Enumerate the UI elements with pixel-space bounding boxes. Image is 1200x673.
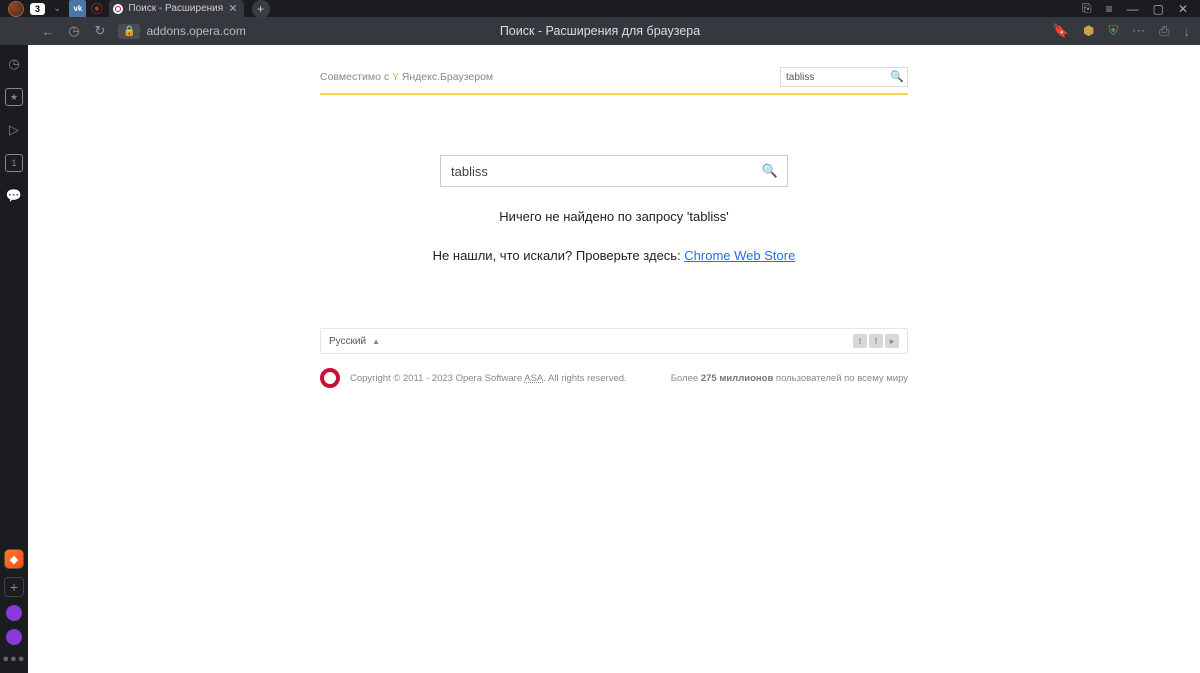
tab-bar: 3 ⌄ vk ⦿ Поиск - Расширения д ✕ + ⎘ ≡ — … [0, 0, 1200, 17]
adblock-icon[interactable]: ⛨ [1108, 23, 1118, 39]
language-label: Русский [329, 336, 366, 347]
search-icon[interactable]: 🔍 [890, 70, 904, 83]
facebook-icon[interactable]: f [869, 334, 883, 348]
tab-count[interactable]: 3 [30, 3, 45, 15]
left-sidebar: ◷ ★ ▷ 1 💬 ◆ + ●●● [0, 45, 28, 673]
pinned-tab-opera[interactable]: ⦿ [88, 0, 105, 17]
chrome-web-store-link[interactable]: Chrome Web Store [684, 248, 795, 263]
language-selector[interactable]: Русский ▲ [329, 336, 380, 347]
pinned-tab-vk[interactable]: vk [69, 0, 86, 17]
maximize-icon[interactable]: ▢ [1153, 2, 1164, 16]
downloads-icon[interactable]: ↓ [1184, 24, 1191, 39]
favicon-yandex-icon [113, 4, 123, 14]
sidebar-more-icon[interactable]: ●●● [3, 653, 26, 665]
sidebar-news-icon[interactable]: ▷ [5, 121, 23, 139]
sidebar-tabs-icon[interactable]: 1 [5, 154, 23, 172]
search-icon[interactable]: 🔍 [762, 163, 778, 179]
window-controls: ⎘ ≡ — ▢ ✕ [1082, 1, 1196, 16]
top-search-wrap: 🔍 [780, 67, 908, 88]
page-wrap: Совместимо с Y Яндекс.Браузером 🔍 🔍 Ниче… [320, 45, 908, 388]
sidebar-app-wallet[interactable]: ◆ [4, 549, 24, 569]
tab-dropdown-icon[interactable]: ⌄ [53, 3, 61, 14]
close-tab-icon[interactable]: ✕ [228, 2, 237, 15]
suggest-message: Не нашли, что искали? Проверьте здесь: C… [320, 248, 908, 263]
bookmark-icon[interactable]: 🔖 [1053, 23, 1069, 39]
copyright-text: Copyright © 2011 - 2023 Opera Software A… [350, 373, 627, 384]
menu-icon[interactable]: ≡ [1106, 2, 1113, 16]
sidebar-bottom: ◆ + ●●● [3, 549, 26, 673]
sidebar-messenger-icon[interactable]: 💬 [5, 187, 23, 205]
close-window-icon[interactable]: ✕ [1178, 2, 1188, 16]
new-tab-button[interactable]: + [252, 0, 270, 18]
footer-bar: Русский ▲ t f ▸ [320, 328, 908, 354]
copyright-row: Copyright © 2011 - 2023 Opera Software A… [320, 368, 908, 388]
minimize-icon[interactable]: — [1127, 2, 1139, 16]
social-icons: t f ▸ [853, 334, 899, 348]
compat-brand: Яндекс.Браузером [402, 71, 493, 83]
sidebar-app-2[interactable] [6, 629, 22, 645]
sidebar-add-button[interactable]: + [4, 577, 24, 597]
workspaces-icon[interactable]: ⎘ [1082, 1, 1092, 16]
suggest-prefix: Не нашли, что искали? Проверьте здесь: [433, 248, 685, 263]
active-tab-title: Поиск - Расширения д [128, 3, 223, 14]
address-bar: ← ◷ ↻ 🔒 addons.opera.com Поиск - Расшире… [0, 17, 1200, 45]
history-icon[interactable]: ◷ [66, 23, 82, 39]
users-text: Более 275 миллионов пользователей по все… [671, 373, 908, 384]
profile-avatar[interactable] [8, 1, 24, 17]
vpn-icon[interactable]: ⋯ [1132, 23, 1145, 39]
sidebar-bookmarks-icon[interactable]: ★ [5, 88, 23, 106]
main-search-input[interactable] [440, 155, 788, 187]
compat-text: Совместимо с Y Яндекс.Браузером [320, 71, 493, 83]
main-search-wrap: 🔍 [440, 155, 788, 187]
extensions-icon[interactable]: ⬢ [1083, 23, 1094, 39]
compat-prefix: Совместимо с [320, 71, 389, 83]
opera-logo-icon [320, 368, 340, 388]
sidebar-app-1[interactable] [6, 605, 22, 621]
youtube-icon[interactable]: ▸ [885, 334, 899, 348]
top-search-input[interactable] [780, 67, 908, 87]
sidebar-history-icon[interactable]: ◷ [5, 55, 23, 73]
reload-icon[interactable]: ↻ [92, 23, 108, 39]
lock-icon: 🔒 [123, 26, 135, 37]
yandex-y-icon: Y [392, 72, 399, 83]
active-tab[interactable]: Поиск - Расширения д ✕ [109, 0, 243, 17]
back-icon[interactable]: ← [40, 24, 56, 39]
twitter-icon[interactable]: t [853, 334, 867, 348]
page-title: Поиск - Расширения для браузера [500, 24, 700, 38]
header-row: Совместимо с Y Яндекс.Браузером 🔍 [320, 65, 908, 95]
no-results-message: Ничего не найдено по запросу 'tabliss' [320, 209, 908, 224]
caret-up-icon: ▲ [372, 337, 380, 346]
tab-bar-left: 3 ⌄ vk ⦿ Поиск - Расширения д ✕ + [4, 0, 270, 17]
asa-abbr: ASA [524, 373, 543, 384]
address-bar-right: 🔖 ⬢ ⛨ ⋯ ⎙ ↓ [1053, 23, 1194, 39]
url-text: addons.opera.com [146, 24, 245, 38]
sidebar-player-icon[interactable]: ⎙ [1159, 23, 1169, 39]
url-box[interactable]: 🔒 addons.opera.com [118, 24, 246, 39]
page-content: Совместимо с Y Яндекс.Браузером 🔍 🔍 Ниче… [28, 45, 1200, 673]
